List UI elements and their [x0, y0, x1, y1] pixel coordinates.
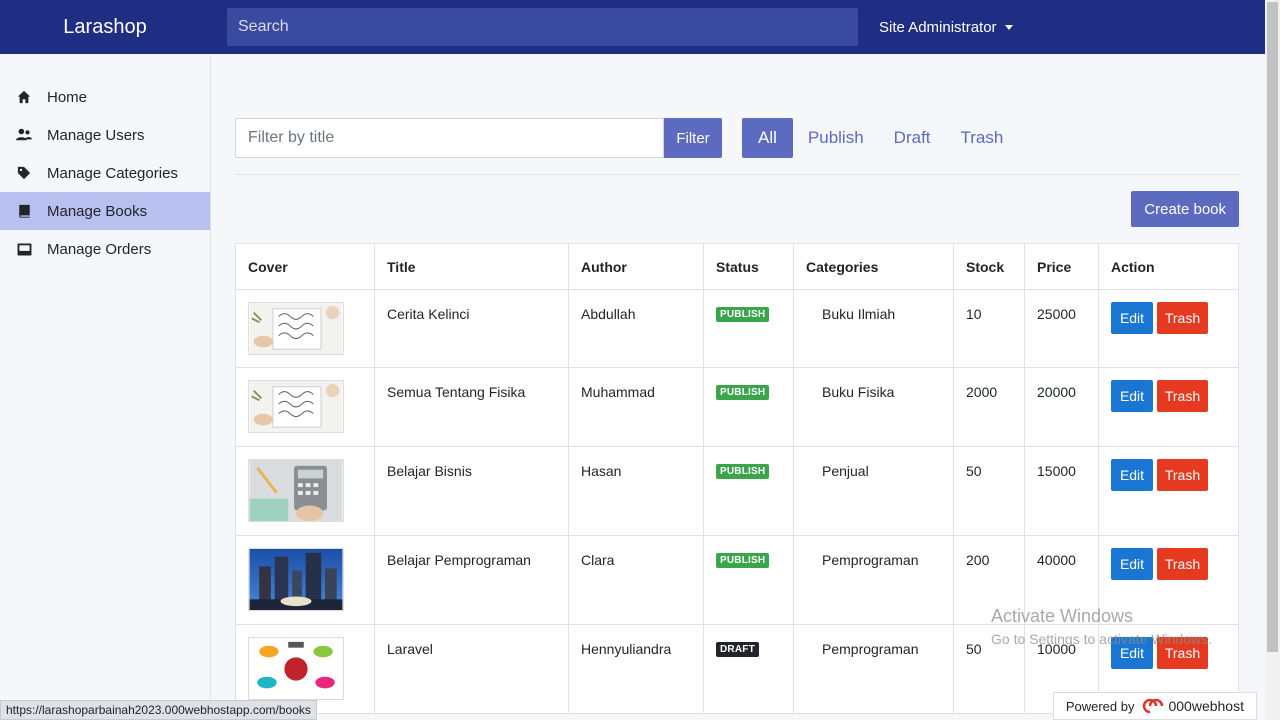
- sidebar-item-label: Manage Users: [47, 126, 145, 144]
- powered-by-badge[interactable]: Powered by 000webhost: [1052, 692, 1257, 720]
- edit-button[interactable]: Edit: [1111, 459, 1153, 491]
- filter-row: Filter by title Filter All Publish Draft…: [235, 118, 1239, 158]
- category-item: Penjual: [822, 463, 869, 479]
- book-title: Semua Tentang Fisika: [387, 384, 526, 400]
- tab-all[interactable]: All: [742, 118, 793, 158]
- sidebar-item-label: Manage Books: [47, 202, 148, 220]
- watermark-title: Activate Windows: [991, 606, 1134, 626]
- status-badge: PUBLISH: [716, 553, 770, 568]
- book-price: 40000: [1037, 552, 1076, 568]
- trash-button[interactable]: Trash: [1157, 302, 1208, 334]
- sidebar-item-orders[interactable]: Manage Orders: [0, 230, 210, 268]
- book-price: 15000: [1037, 463, 1076, 479]
- category-item: Pemprograman: [822, 552, 919, 568]
- user-menu-label: Site Administrator: [879, 18, 997, 36]
- windows-activation-watermark: Activate Windows Go to Settings to activ…: [991, 606, 1212, 647]
- book-cover-image: [248, 380, 344, 433]
- powered-by-brand: 000webhost: [1168, 698, 1244, 714]
- status-badge: DRAFT: [716, 642, 759, 657]
- table-row: Semua Tentang Fisika Muhammad PUBLISH Bu…: [235, 367, 1239, 447]
- book-stock: 2000: [966, 384, 998, 400]
- home-icon: [16, 89, 32, 105]
- sidebar: Home Manage Users Manage Categories Mana…: [0, 54, 211, 720]
- book-stock: 200: [966, 552, 990, 568]
- book-icon: [16, 203, 32, 219]
- webhost-logo-icon: [1143, 698, 1164, 714]
- column-header: Categories: [793, 243, 954, 290]
- watermark-subtitle: Go to Settings to activate Windows.: [991, 631, 1212, 647]
- table-header-row: Cover Title Author Status Categories Sto…: [235, 243, 1239, 290]
- column-header: Price: [1024, 243, 1099, 290]
- edit-button[interactable]: Edit: [1111, 302, 1153, 334]
- create-book-button[interactable]: Create book: [1131, 191, 1239, 227]
- caret-down-icon: [1004, 24, 1013, 30]
- table-row: Cerita Kelinci Abdullah PUBLISH Buku Ilm…: [235, 289, 1239, 368]
- column-header: Action: [1098, 243, 1239, 290]
- column-header: Cover: [235, 243, 375, 290]
- tab-trash[interactable]: Trash: [946, 118, 1019, 158]
- vertical-scrollbar[interactable]: [1265, 0, 1280, 720]
- book-stock: 50: [966, 463, 982, 479]
- sidebar-item-users[interactable]: Manage Users: [0, 116, 210, 154]
- trash-button[interactable]: Trash: [1157, 548, 1208, 580]
- filter-button[interactable]: Filter: [664, 118, 722, 158]
- users-icon: [16, 127, 32, 143]
- status-tabs: All Publish Draft Trash: [742, 118, 1018, 158]
- category-item: Buku Ilmiah: [822, 306, 896, 322]
- top-navbar: Larashop Site Administrator: [0, 0, 1265, 54]
- status-badge: PUBLISH: [716, 385, 770, 400]
- book-title: Belajar Bisnis: [387, 463, 472, 479]
- book-title: Laravel: [387, 641, 433, 657]
- user-menu-dropdown[interactable]: Site Administrator: [879, 19, 1013, 36]
- brand-logo[interactable]: Larashop: [0, 16, 210, 39]
- book-cover-image: [248, 637, 344, 700]
- book-cover-image: [248, 302, 344, 355]
- sidebar-item-categories[interactable]: Manage Categories: [0, 154, 210, 192]
- status-badge: PUBLISH: [716, 307, 770, 322]
- edit-button[interactable]: Edit: [1111, 380, 1153, 412]
- book-price: 25000: [1037, 306, 1076, 322]
- book-stock: 10: [966, 306, 982, 322]
- category-item: Pemprograman: [822, 641, 919, 657]
- book-author: Abdullah: [581, 306, 636, 322]
- sidebar-item-label: Home: [47, 88, 88, 106]
- tab-publish[interactable]: Publish: [793, 118, 879, 158]
- book-price: 20000: [1037, 384, 1076, 400]
- inbox-icon: [16, 241, 32, 257]
- tab-draft[interactable]: Draft: [879, 118, 946, 158]
- book-author: Hennyuliandra: [581, 641, 672, 657]
- book-cover-image: [248, 459, 344, 522]
- book-stock: 50: [966, 641, 982, 657]
- book-author: Clara: [581, 552, 615, 568]
- book-cover-image: [248, 548, 344, 611]
- sidebar-item-label: Manage Orders: [47, 240, 152, 258]
- search-input[interactable]: [227, 8, 858, 46]
- trash-button[interactable]: Trash: [1157, 459, 1208, 491]
- category-item: Buku Fisika: [822, 384, 895, 400]
- tag-icon: [16, 165, 32, 181]
- book-author: Muhammad: [581, 384, 655, 400]
- sidebar-item-books[interactable]: Manage Books: [0, 192, 210, 230]
- sidebar-item-home[interactable]: Home: [0, 78, 210, 116]
- filter-title-input[interactable]: Filter by title: [235, 118, 664, 158]
- trash-button[interactable]: Trash: [1157, 380, 1208, 412]
- scrollbar-thumb[interactable]: [1267, 2, 1278, 652]
- status-bar-url: https://larashoparbainah2023.000webhosta…: [0, 700, 317, 720]
- book-author: Hasan: [581, 463, 622, 479]
- powered-by-label: Powered by: [1065, 698, 1135, 714]
- table-row: Belajar Bisnis Hasan PUBLISH Penjual 50 …: [235, 446, 1239, 536]
- column-header: Status: [703, 243, 794, 290]
- column-header: Title: [374, 243, 569, 290]
- book-title: Belajar Pemprograman: [387, 552, 531, 568]
- column-header: Stock: [953, 243, 1025, 290]
- sidebar-item-label: Manage Categories: [47, 164, 178, 182]
- column-header: Author: [568, 243, 704, 290]
- edit-button[interactable]: Edit: [1111, 548, 1153, 580]
- status-badge: PUBLISH: [716, 464, 770, 479]
- divider: [235, 174, 1239, 175]
- book-title: Cerita Kelinci: [387, 306, 470, 322]
